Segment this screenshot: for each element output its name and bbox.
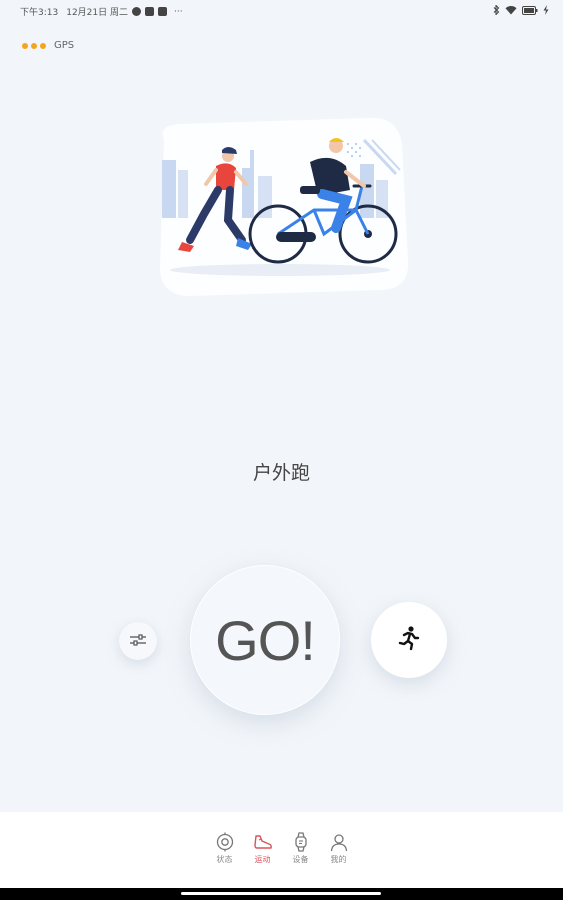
gps-signal-dot	[31, 42, 37, 49]
tab-profile-label: 我的	[330, 855, 347, 864]
tab-status[interactable]: 状态	[212, 812, 238, 888]
gps-label: GPS	[54, 40, 75, 51]
home-gesture-handle[interactable]	[181, 892, 381, 895]
workout-settings-button[interactable]	[119, 622, 157, 660]
bluetooth-icon	[493, 4, 500, 18]
tab-device-label: 设备	[292, 855, 309, 864]
bottom-tab-bar: 状态 运动 设备 我的	[0, 812, 563, 888]
tab-workout[interactable]: 运动	[250, 812, 276, 888]
app-notification-icon	[144, 7, 154, 16]
notification-icon	[131, 7, 141, 16]
sliders-icon	[129, 632, 147, 651]
battery-icon	[522, 5, 538, 18]
message-icon	[157, 7, 167, 16]
status-bar: 下午3:13 12月21日 周二 ···	[0, 0, 563, 24]
status-icon	[215, 832, 235, 854]
status-date: 12月21日 周二	[66, 8, 128, 18]
gps-signal-dot	[22, 42, 28, 49]
tab-status-label: 状态	[216, 855, 233, 864]
workout-type-label[interactable]: 户外跑	[0, 458, 563, 485]
tab-workout-label: 运动	[254, 855, 271, 864]
gps-indicator: GPS	[22, 40, 74, 51]
more-notifications-indicator: ···	[173, 6, 183, 17]
running-person-icon	[396, 625, 422, 655]
shoe-icon	[253, 832, 273, 854]
status-time: 下午3:13	[20, 8, 59, 18]
watch-icon	[291, 832, 311, 854]
wifi-icon	[505, 5, 517, 18]
profile-icon	[329, 832, 349, 854]
go-start-button[interactable]: GO!	[190, 565, 340, 715]
tab-profile[interactable]: 我的	[326, 812, 352, 888]
workout-illustration	[150, 110, 412, 300]
tab-device[interactable]: 设备	[288, 812, 314, 888]
workout-mode-button[interactable]	[371, 602, 447, 678]
system-navigation-bar	[0, 888, 563, 900]
gps-signal-dot	[40, 42, 46, 49]
charging-icon	[543, 5, 549, 18]
